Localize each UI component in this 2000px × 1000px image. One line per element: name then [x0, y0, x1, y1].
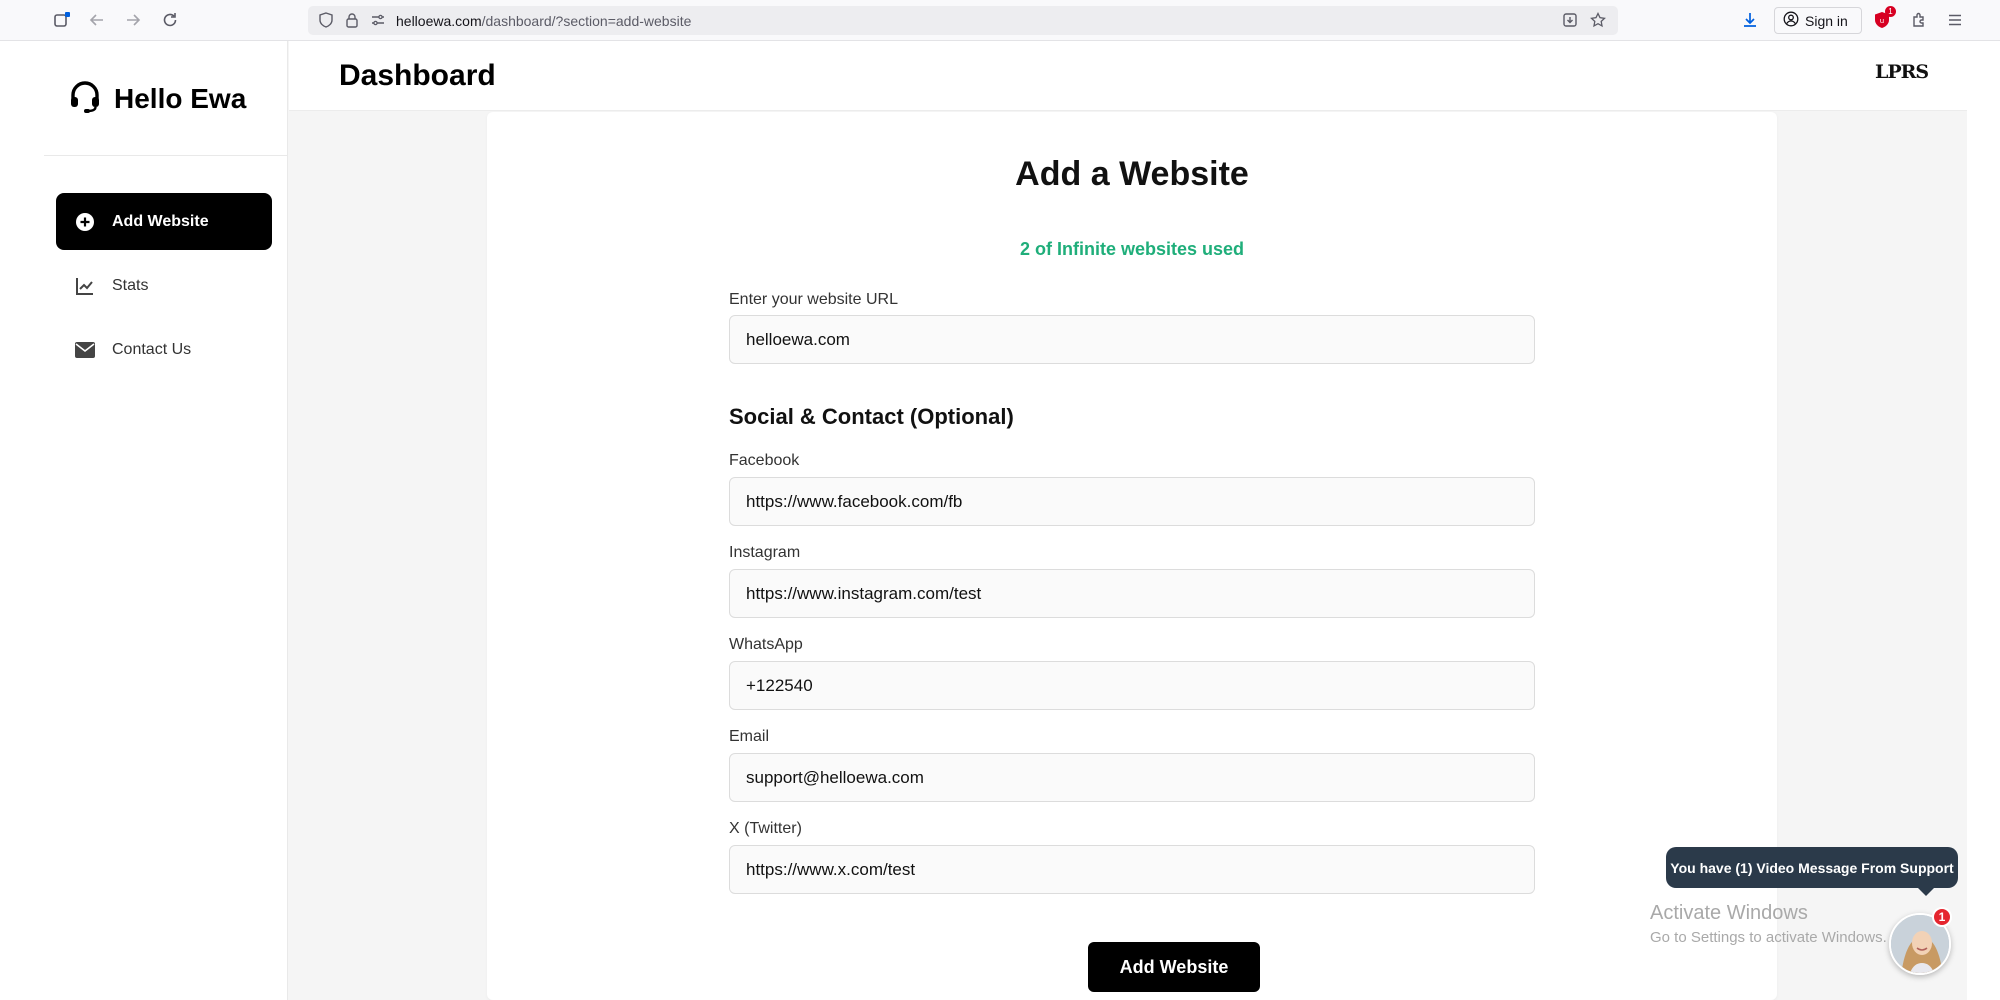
- header-logo[interactable]: LPRS: [1875, 61, 1929, 83]
- envelope-icon: [74, 339, 96, 361]
- page-title: Dashboard: [339, 59, 496, 92]
- instagram-input[interactable]: [729, 569, 1535, 618]
- form-title: Add a Website: [1015, 155, 1249, 193]
- save-to-pocket-icon[interactable]: [1560, 10, 1580, 30]
- brand-logo[interactable]: Hello Ewa: [68, 79, 246, 118]
- sidebar-item-label: Stats: [112, 276, 149, 294]
- lock-icon[interactable]: [342, 10, 362, 30]
- watermark-subtitle: Go to Settings to activate Windows.: [1650, 929, 1887, 946]
- chat-unread-badge: 1: [1932, 907, 1952, 927]
- twitter-input[interactable]: [729, 845, 1535, 894]
- facebook-label: Facebook: [729, 452, 800, 469]
- permissions-icon[interactable]: [368, 10, 388, 30]
- whatsapp-input[interactable]: [729, 661, 1535, 710]
- sidebar-item-label: Contact Us: [112, 340, 192, 358]
- social-section-heading: Social & Contact (Optional): [729, 404, 1014, 429]
- reload-icon[interactable]: [160, 10, 180, 30]
- sidebar-item-add-website[interactable]: Add Website: [56, 193, 272, 250]
- email-input[interactable]: [729, 753, 1535, 802]
- add-website-button[interactable]: Add Website: [1088, 942, 1260, 992]
- bookmark-star-icon[interactable]: [1588, 10, 1608, 30]
- facebook-input[interactable]: [729, 477, 1535, 526]
- add-website-card: Add a Website 2 of Infinite websites use…: [487, 112, 1777, 1000]
- plus-circle-icon: [74, 211, 96, 233]
- whatsapp-label: WhatsApp: [729, 636, 803, 653]
- chart-line-icon: [74, 275, 96, 297]
- chat-message-bubble[interactable]: You have (1) Video Message From Support: [1666, 847, 1958, 896]
- sidebar-item-stats[interactable]: Stats: [56, 257, 272, 314]
- website-url-label: Enter your website URL: [729, 291, 898, 308]
- sidebar-nav: Add Website Stats Contact Us: [56, 193, 272, 385]
- url-host: helloewa.com: [396, 13, 482, 29]
- sidebar-item-contact-us[interactable]: Contact Us: [56, 321, 272, 378]
- extension-badge: 1: [1885, 6, 1896, 17]
- address-bar[interactable]: helloewa.com/dashboard/?section=add-webs…: [308, 6, 1618, 35]
- shield-icon[interactable]: [316, 10, 336, 30]
- headset-icon: [68, 79, 102, 118]
- browser-toolbar: helloewa.com/dashboard/?section=add-webs…: [0, 0, 2000, 41]
- page-header: Dashboard LPRS: [289, 41, 1967, 111]
- menu-hamburger-icon[interactable]: [1945, 10, 1965, 30]
- forward-arrow-icon[interactable]: [123, 10, 143, 30]
- tab-overview-icon[interactable]: [52, 10, 72, 30]
- watermark-title: Activate Windows: [1650, 902, 1808, 924]
- url-text[interactable]: helloewa.com/dashboard/?section=add-webs…: [396, 13, 691, 29]
- twitter-label: X (Twitter): [729, 820, 802, 837]
- ublock-extension-icon[interactable]: u 1: [1872, 6, 1896, 30]
- brand-name: Hello Ewa: [114, 82, 247, 114]
- usage-counter: 2 of Infinite websites used: [1019, 239, 1245, 259]
- downloads-icon[interactable]: [1740, 10, 1760, 30]
- back-arrow-icon[interactable]: [87, 10, 107, 30]
- sign-in-button[interactable]: Sign in: [1774, 7, 1862, 34]
- account-icon: [1783, 11, 1799, 30]
- website-url-input[interactable]: [729, 315, 1535, 364]
- windows-activation-watermark: Activate Windows Go to Settings to activ…: [1650, 902, 1887, 946]
- svg-text:u: u: [1880, 17, 1884, 25]
- instagram-label: Instagram: [729, 544, 801, 561]
- email-label: Email: [729, 728, 770, 745]
- sidebar-item-label: Add Website: [112, 212, 209, 230]
- sidebar-divider: [44, 155, 288, 156]
- extensions-puzzle-icon[interactable]: [1909, 10, 1929, 30]
- url-path: /dashboard/?section=add-website: [481, 13, 692, 29]
- sign-in-label: Sign in: [1805, 12, 1848, 29]
- sidebar: Hello Ewa Add Website Stats Contact Us: [44, 41, 288, 1000]
